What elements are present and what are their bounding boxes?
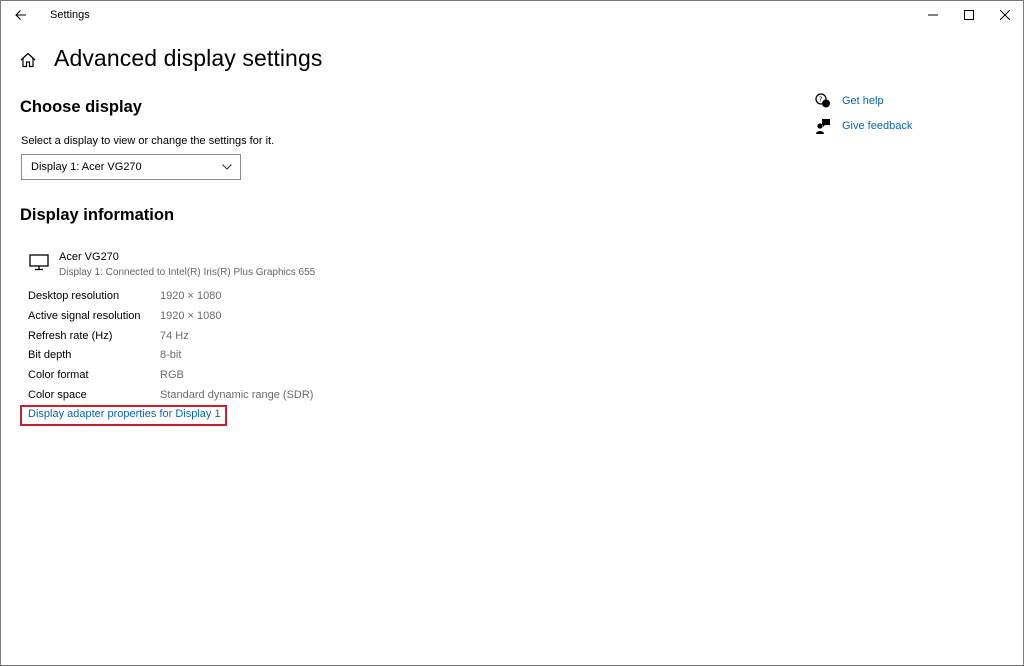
get-help-label: Get help	[842, 95, 884, 107]
monitor-name: Acer VG270	[59, 251, 119, 263]
title-bar: Settings	[1, 1, 1023, 31]
give-feedback-icon	[816, 119, 830, 134]
minimize-button[interactable]	[916, 1, 950, 29]
info-key: Active signal resolution	[28, 310, 141, 322]
display-select-value: Display 1: Acer VG270	[31, 161, 142, 173]
page-title: Advanced display settings	[54, 45, 323, 71]
choose-display-label: Select a display to view or change the s…	[21, 135, 275, 147]
display-adapter-properties-link[interactable]: Display adapter properties for Display 1	[28, 408, 221, 420]
info-value: Standard dynamic range (SDR)	[160, 389, 314, 401]
close-icon	[1000, 10, 1010, 20]
display-information-heading: Display information	[20, 206, 175, 224]
app-title: Settings	[50, 9, 90, 21]
info-value: 1920 × 1080	[160, 290, 222, 302]
info-key: Refresh rate (Hz)	[28, 330, 113, 342]
get-help-icon: ?	[815, 93, 830, 108]
home-button[interactable]	[19, 51, 39, 71]
chevron-down-icon	[222, 164, 232, 170]
settings-window: Settings Advanced display settings Choos…	[0, 0, 1024, 666]
info-row-refresh-rate: Refresh rate (Hz) 74 Hz	[28, 330, 348, 348]
back-button[interactable]	[7, 3, 35, 27]
info-row-bit-depth: Bit depth 8-bit	[28, 349, 348, 367]
maximize-button[interactable]	[952, 1, 986, 29]
give-feedback-label: Give feedback	[842, 120, 913, 132]
close-button[interactable]	[988, 1, 1022, 29]
choose-display-heading: Choose display	[20, 98, 142, 116]
svg-text:?: ?	[819, 96, 823, 104]
display-select[interactable]: Display 1: Acer VG270	[21, 154, 241, 180]
info-row-color-format: Color format RGB	[28, 369, 348, 387]
maximize-icon	[964, 10, 974, 20]
info-value: 74 Hz	[160, 330, 189, 342]
info-key: Desktop resolution	[28, 290, 120, 302]
back-arrow-icon	[15, 10, 26, 20]
info-key: Color format	[28, 369, 89, 381]
info-row-active-signal-resolution: Active signal resolution 1920 × 1080	[28, 310, 348, 328]
info-key: Bit depth	[28, 349, 72, 361]
info-value: 1920 × 1080	[160, 310, 222, 322]
info-key: Color space	[28, 389, 87, 401]
home-icon	[20, 52, 36, 68]
minimize-icon	[928, 14, 938, 16]
monitor-icon	[29, 254, 49, 271]
info-value: 8-bit	[160, 349, 182, 361]
info-value: RGB	[160, 369, 184, 381]
monitor-connection: Display 1: Connected to Intel(R) Iris(R)…	[59, 267, 316, 278]
info-row-desktop-resolution: Desktop resolution 1920 × 1080	[28, 290, 348, 308]
